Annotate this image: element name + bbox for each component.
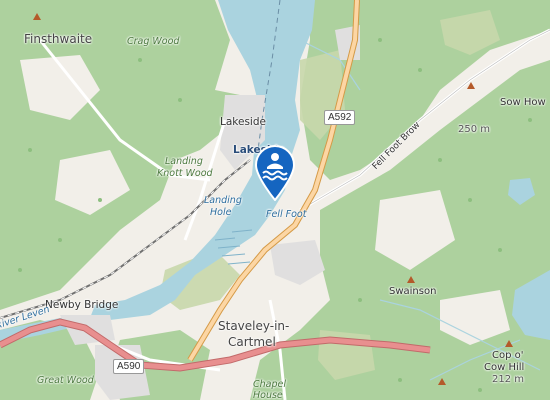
place-finsthwaite: Finsthwaite <box>24 32 93 46</box>
place-staveley-line1: Staveley-in- <box>218 319 290 333</box>
peak-swainson-icon <box>407 276 415 283</box>
map-view[interactable]: Finsthwaite Lakeside Lakeside Newby Brid… <box>0 0 550 400</box>
place-lakeside: Lakeside <box>220 116 266 128</box>
swimming-icon[interactable] <box>254 145 296 201</box>
wood-landing-knott-line2: Knott Wood <box>157 168 213 179</box>
peak-cow-hill-icon <box>505 340 513 347</box>
peak-cow-hill-line1: Cop o' <box>492 350 524 361</box>
water-landing-hole-line1: Landing <box>204 195 242 206</box>
wood-crag: Crag Wood <box>127 36 180 47</box>
peak-cow-hill-line2: Cow Hill <box>484 362 525 373</box>
road-shield-a590: A590 <box>113 359 145 374</box>
peak-marker-north-west-icon <box>33 13 41 20</box>
peak-sow-how-elevation: 250 m <box>458 124 491 135</box>
location-marker[interactable] <box>254 145 296 201</box>
place-staveley-line2: Cartmel <box>228 335 276 349</box>
water-landing-hole-line2: Hole <box>210 207 232 218</box>
peak-swainson: Swainson <box>389 286 437 297</box>
road-shield-a592: A592 <box>324 110 356 125</box>
wood-landing-knott-line1: Landing <box>165 156 203 167</box>
wood-great: Great Wood <box>37 375 94 386</box>
peak-cow-hill-elevation: 212 m <box>492 374 525 385</box>
water-fell-foot: Fell Foot <box>266 209 307 220</box>
peak-sow-how: Sow How <box>500 97 546 108</box>
peak-marker-south-icon <box>438 378 446 385</box>
place-chapel-line1: Chapel <box>253 379 286 390</box>
place-newby-bridge: Newby Bridge <box>45 299 119 311</box>
place-chapel-line2: House <box>253 390 283 400</box>
peak-sow-how-icon <box>467 82 475 89</box>
